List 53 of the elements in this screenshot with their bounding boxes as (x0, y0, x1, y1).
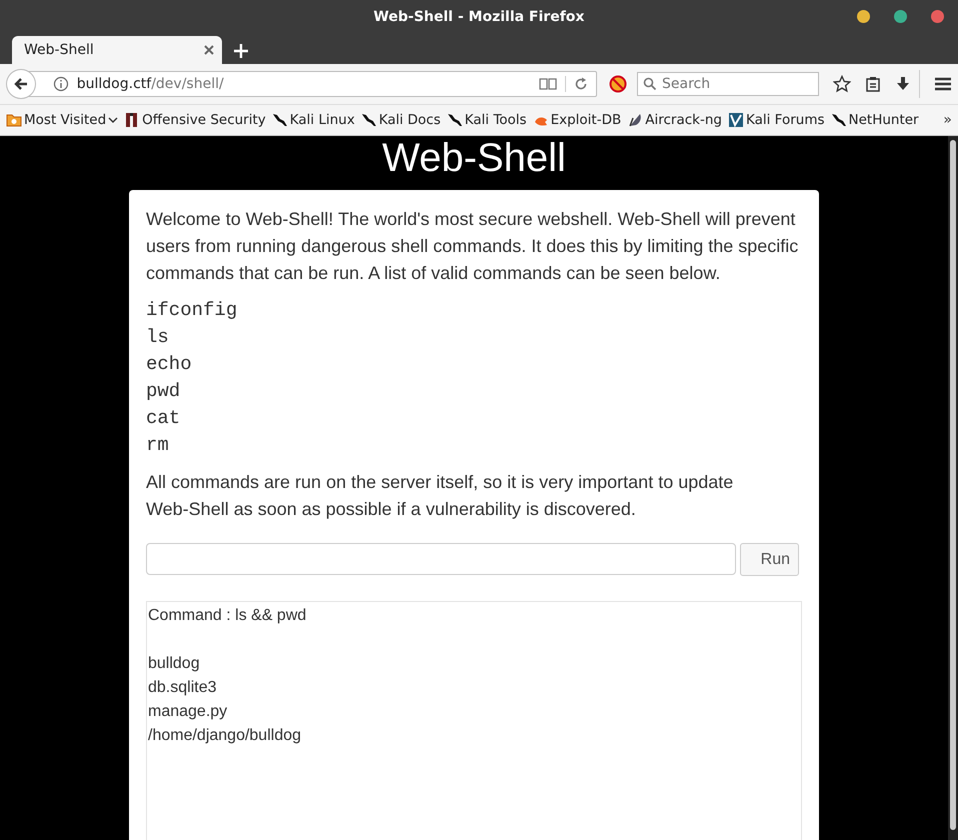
scrollbar-thumb[interactable] (950, 140, 956, 830)
command-field[interactable] (146, 543, 736, 575)
folder-icon (6, 112, 22, 128)
output-line: /home/django/bulldog (148, 726, 302, 746)
bookmark-icon (272, 112, 288, 128)
output-line: manage.py (148, 702, 228, 722)
command-name: cat (146, 406, 182, 431)
bookmark[interactable]: NetHunter (830, 112, 919, 128)
command-name: rm (146, 433, 170, 458)
bookmark-icon (830, 112, 846, 128)
output-command: Command : ls && pwd (148, 606, 308, 626)
tab[interactable]: Web-Shell (12, 36, 222, 64)
bookmark[interactable]: Kali Docs (360, 112, 441, 128)
maximize-button[interactable] (894, 10, 907, 23)
close-tab-icon[interactable] (204, 45, 214, 55)
bookmark[interactable]: Offensive Security (124, 112, 266, 128)
star-icon[interactable] (833, 75, 851, 93)
back-button[interactable] (6, 69, 36, 99)
menu-icon[interactable] (934, 76, 952, 92)
command-name: ls (146, 325, 170, 350)
reload-icon[interactable] (574, 77, 588, 91)
run-button[interactable]: Run (740, 543, 799, 576)
bookmark-icon (446, 112, 463, 128)
url-text: bulldog.ctf/dev/shell/ (76, 76, 225, 92)
bookmark-icon (627, 112, 644, 128)
overflow-button[interactable]: » (943, 112, 952, 128)
output-line: bulldog (148, 654, 201, 674)
output-line: db.sqlite3 (148, 678, 218, 698)
minimize-button[interactable] (857, 10, 870, 23)
search-field[interactable]: Search (637, 72, 819, 96)
bookmark[interactable]: Most Visited (6, 112, 118, 128)
intro-paragraph: Welcome to Web-Shell! The world's most secure webshell. Web-Shell will prevent users from running dangerous shell commands. It does this by limiting the specific commands that can be run. A list of valid commands can be seen below. (146, 208, 800, 285)
chevron-icon (108, 116, 118, 124)
command-name: echo (146, 352, 193, 377)
command-name: pwd (146, 379, 182, 404)
bookmark[interactable]: Aircrack-ng (627, 112, 722, 128)
new-tab-icon[interactable] (234, 44, 248, 58)
command-name: ifconfig (146, 298, 238, 323)
download-icon[interactable] (895, 76, 911, 92)
blocked-icon[interactable] (609, 75, 627, 93)
bookmark[interactable]: Exploit-DB (532, 112, 622, 128)
bookmark-icon (728, 112, 744, 128)
reader-view-icon[interactable] (539, 77, 557, 91)
info-icon[interactable] (52, 76, 69, 92)
clipboard-icon[interactable] (865, 76, 881, 92)
bookmark-icon (360, 112, 377, 128)
note-paragraph: All commands are run on the server itself, so it is very important to update Web-Shell as soon as possible if a vulnerability is discovered. (146, 471, 734, 521)
page-heading: Web-Shell (382, 136, 566, 180)
window-title: Web-Shell - Mozilla Firefox (374, 9, 584, 25)
bookmark[interactable]: Kali Linux (272, 112, 355, 128)
bookmark[interactable]: Kali Forums (728, 112, 824, 128)
close-button[interactable] (931, 10, 944, 23)
bookmark[interactable]: Kali Tools (446, 112, 527, 128)
